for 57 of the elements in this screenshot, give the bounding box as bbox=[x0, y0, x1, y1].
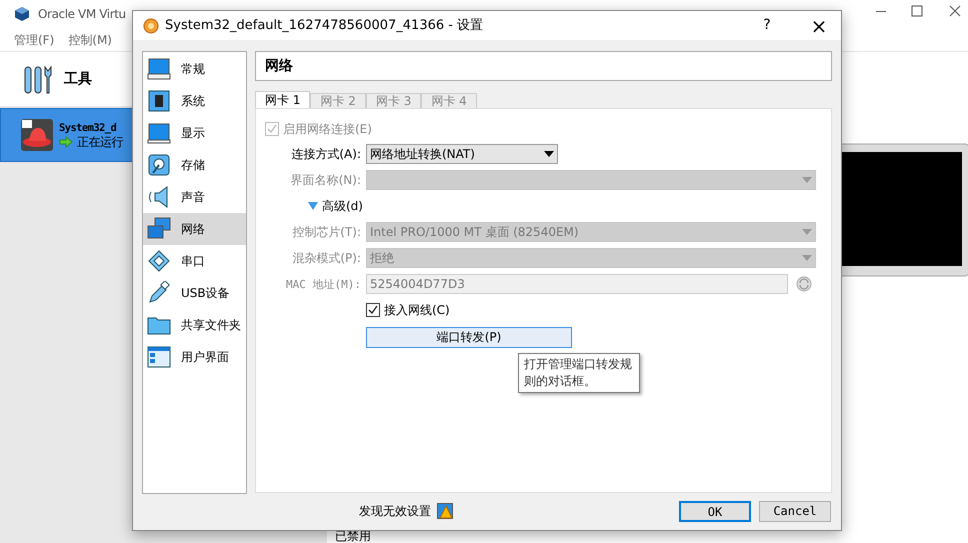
maximize-icon bbox=[910, 4, 924, 18]
checkbox-label: 接入网线(C) bbox=[384, 302, 450, 319]
expander-toggle[interactable]: 高级(d) bbox=[308, 197, 363, 215]
plug-icon bbox=[147, 281, 171, 305]
vm-state: 正在运行 bbox=[77, 135, 123, 149]
dialog-title: System32_default_1627478560007_41366 - 设置 bbox=[165, 16, 484, 35]
field-label: 控制芯片(T): bbox=[292, 225, 361, 239]
triangle-icon bbox=[308, 202, 318, 210]
dropdown[interactable]: 网络地址转换(NAT) bbox=[366, 144, 558, 164]
tab[interactable]: 网卡 1 bbox=[255, 91, 310, 109]
hat-icon bbox=[21, 119, 53, 151]
status-text: 已禁用 bbox=[335, 528, 371, 543]
warning-text: 发现无效设置 bbox=[359, 503, 431, 520]
caret-icon bbox=[802, 255, 812, 261]
checkbox-label: 启用网络连接(E) bbox=[283, 121, 372, 138]
chip-icon bbox=[147, 89, 171, 113]
dialog-button[interactable]: Cancel bbox=[759, 500, 831, 522]
tools-icon bbox=[22, 63, 54, 95]
monitor-icon bbox=[147, 121, 171, 145]
dialog-button[interactable]: OK bbox=[679, 500, 751, 522]
field-label: 混杂模式(P): bbox=[292, 251, 361, 265]
connector-icon bbox=[147, 249, 171, 273]
close-icon bbox=[948, 4, 962, 18]
menu-item[interactable]: 管理(F) bbox=[14, 30, 54, 48]
cube-icon bbox=[14, 6, 30, 22]
minimize-icon bbox=[876, 10, 886, 12]
field-label: MAC 地址(M): bbox=[286, 278, 361, 291]
category-item[interactable]: 系统 bbox=[143, 85, 246, 117]
menu-item[interactable]: 控制(M) bbox=[68, 30, 112, 48]
category-item[interactable]: 用户界面 bbox=[143, 341, 246, 373]
refresh-icon bbox=[796, 276, 812, 292]
port-forwarding-button[interactable]: 端口转发(P) bbox=[366, 326, 572, 348]
category-item[interactable]: 显示 bbox=[143, 117, 246, 149]
close-button[interactable]: × bbox=[807, 16, 831, 36]
caret-icon bbox=[802, 177, 812, 183]
category-item[interactable]: 存储 bbox=[143, 149, 246, 181]
monitor-icon bbox=[147, 57, 171, 81]
category-item[interactable]: 串口 bbox=[143, 245, 246, 277]
caret-icon bbox=[544, 151, 554, 157]
warning-icon bbox=[437, 503, 453, 519]
category-item[interactable]: 常规 bbox=[143, 53, 246, 85]
caret-icon bbox=[802, 229, 812, 235]
window-title: Oracle VM Virtu bbox=[38, 6, 126, 23]
help-button[interactable]: ? bbox=[755, 15, 779, 36]
category-item[interactable]: 声音 bbox=[143, 181, 246, 213]
monitors-icon bbox=[147, 217, 171, 241]
checkbox[interactable] bbox=[366, 303, 380, 317]
field-label: 连接方式(A): bbox=[291, 147, 361, 161]
section-title: 网络 bbox=[255, 51, 832, 81]
category-item[interactable]: 共享文件夹 bbox=[143, 309, 246, 341]
field-label: 界面名称(N): bbox=[290, 173, 361, 187]
vm-name: System32_d bbox=[59, 121, 118, 135]
category-item[interactable]: 网络 bbox=[143, 213, 246, 245]
window-icon bbox=[147, 345, 171, 369]
category-item[interactable]: USB设备 bbox=[143, 277, 246, 309]
arrow-icon bbox=[59, 136, 73, 148]
tooltip: 打开管理端口转发规则的对话框。 bbox=[518, 353, 640, 393]
